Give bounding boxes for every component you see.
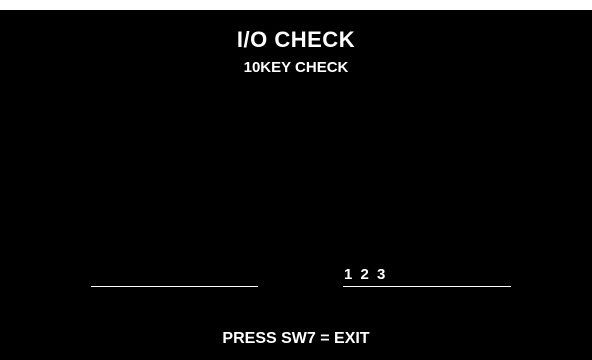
right-entry-underline <box>343 286 511 287</box>
page-title: I/O CHECK <box>236 27 356 52</box>
key-entry-value: 1 2 3 <box>344 266 388 283</box>
exit-instruction: PRESS SW7 = EXIT <box>222 330 370 347</box>
page-subtitle: 10KEY CHECK <box>243 59 349 76</box>
io-check-screen: I/O CHECK 10KEY CHECK 1 2 3 PRESS SW7 = … <box>0 10 592 360</box>
left-entry-underline <box>91 286 258 287</box>
